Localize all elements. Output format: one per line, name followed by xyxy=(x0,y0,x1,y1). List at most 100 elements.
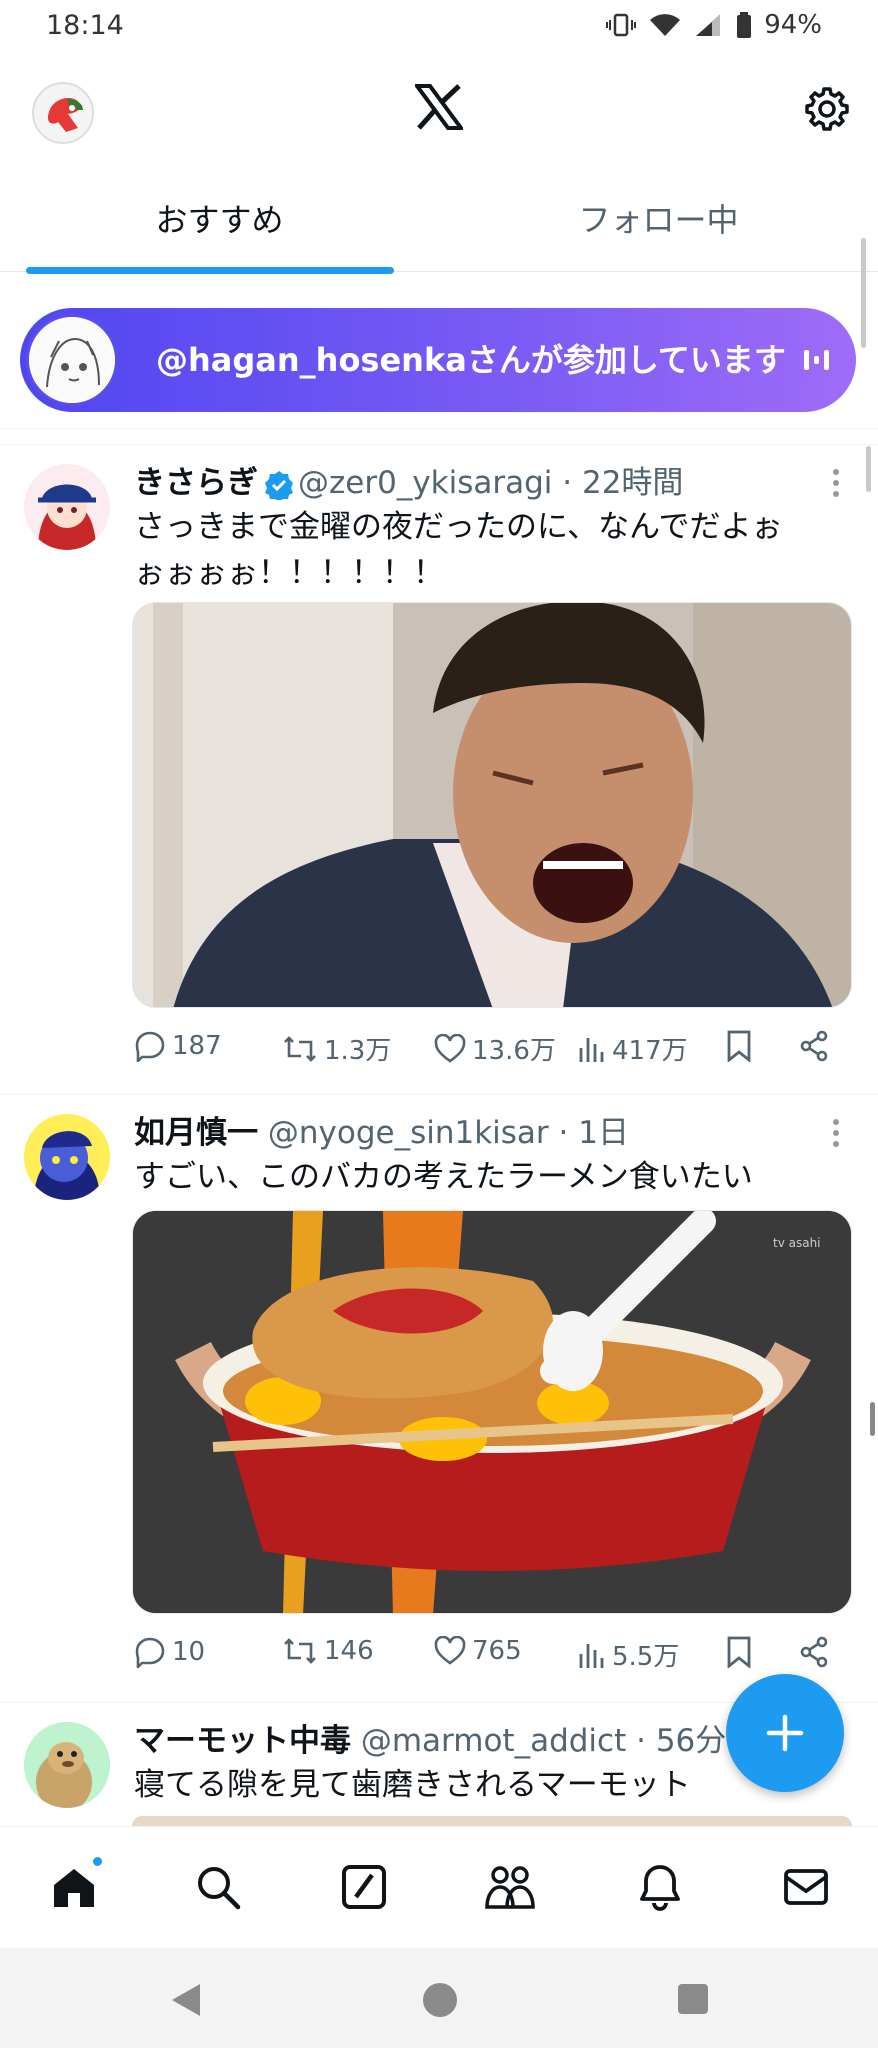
share-icon xyxy=(800,1030,828,1062)
reply-icon xyxy=(135,1637,165,1668)
active-tab-indicator xyxy=(26,267,394,274)
like-count: 765 xyxy=(472,1636,522,1666)
communities-icon xyxy=(485,1866,535,1909)
like-button[interactable]: 13.6万 xyxy=(434,1030,556,1067)
wifi-icon xyxy=(650,14,681,36)
tweet-header: きさらぎ @zer0_ykisaragi · 22時間 xyxy=(134,460,818,506)
tab-following-label: フォロー中 xyxy=(578,201,739,239)
divider xyxy=(0,428,878,429)
status-time: 18:14 xyxy=(46,10,124,41)
tweet-actions: 187 1.3万 13.6万 417万 xyxy=(134,1024,834,1074)
tab-recommended-label: おすすめ xyxy=(155,201,284,239)
nav-notifications[interactable] xyxy=(636,1863,684,1911)
home-notification-dot xyxy=(91,1855,104,1868)
media-watermark: tv asahi xyxy=(773,1236,821,1250)
retweet-icon xyxy=(284,1035,316,1062)
battery-percent: 94% xyxy=(764,10,822,40)
spaces-banner[interactable]: @hagan_hosenkaさんが参加しています xyxy=(20,308,856,412)
tweet-text: さっきまで金曜の夜だったのに、なんでだよぉ ぉぉぉぉ！！！！！！ xyxy=(134,504,854,596)
status-bar: 18:14 94% xyxy=(0,0,878,52)
tweet-card[interactable]: 如月慎一 @nyoge_sin1kisar · 1日 すごい、このバカの考えたラ… xyxy=(0,1096,878,1700)
spaces-scrollbar[interactable] xyxy=(861,238,866,348)
share-icon xyxy=(800,1636,828,1668)
retweet-icon xyxy=(284,1638,316,1664)
tweet-header: マーモット中毒 @marmot_addict · 56分 xyxy=(134,1718,728,1764)
spaces-host-avatar xyxy=(26,314,118,406)
like-count: 13.6万 xyxy=(472,1036,556,1066)
tweet-media-image[interactable] xyxy=(132,602,852,1008)
compose-button[interactable] xyxy=(726,1674,844,1792)
views-button[interactable]: 5.5万 xyxy=(578,1636,679,1673)
tweet-card[interactable]: きさらぎ @zer0_ykisaragi · 22時間 さっきまで金曜の夜だったの… xyxy=(0,446,878,1092)
retweet-button[interactable]: 146 xyxy=(282,1636,374,1666)
nav-communities[interactable] xyxy=(484,1863,535,1911)
reply-count: 10 xyxy=(172,1637,206,1667)
vibrate-icon xyxy=(606,13,637,37)
tweet-text-line: さっきまで金曜の夜だったのに、なんでだよぉ xyxy=(134,509,783,545)
share-button[interactable] xyxy=(798,1636,830,1668)
views-icon xyxy=(579,1037,604,1062)
retweet-button[interactable]: 1.3万 xyxy=(282,1030,391,1067)
status-icons: 94% xyxy=(606,10,822,40)
tweet-time: · 56分 xyxy=(636,1723,727,1759)
tweet-handle[interactable]: @marmot_addict xyxy=(361,1723,626,1759)
tweet-author-name[interactable]: マーモット中毒 xyxy=(134,1723,351,1759)
divider xyxy=(0,1094,878,1095)
like-button[interactable]: 765 xyxy=(434,1636,522,1666)
tab-recommended[interactable]: おすすめ xyxy=(0,190,439,274)
home-circle-icon[interactable] xyxy=(420,1980,460,2020)
share-button[interactable] xyxy=(798,1030,830,1062)
tweet-author-name[interactable]: 如月慎一 xyxy=(134,1115,258,1151)
notifications-icon xyxy=(640,1865,680,1911)
reply-button[interactable]: 187 xyxy=(134,1030,222,1062)
views-count: 417万 xyxy=(612,1036,688,1066)
gear-icon[interactable] xyxy=(804,86,850,136)
reply-icon xyxy=(135,1031,165,1062)
nav-grok[interactable] xyxy=(340,1863,388,1911)
tweet-media-image[interactable]: tv asahi xyxy=(132,1210,852,1614)
more-options-icon[interactable] xyxy=(832,1118,840,1148)
verified-badge-icon xyxy=(265,470,293,500)
tweet-time: · 22時間 xyxy=(562,465,684,501)
search-icon xyxy=(198,1867,241,1910)
tweet-text-line: ぉぉぉぉ！！！！！！ xyxy=(134,555,444,591)
tweet-avatar[interactable] xyxy=(24,1114,110,1200)
views-count: 5.5万 xyxy=(612,1642,680,1672)
battery-icon xyxy=(737,12,752,38)
heart-icon xyxy=(434,1636,466,1665)
bookmark-button[interactable] xyxy=(726,1030,752,1062)
nav-messages[interactable] xyxy=(782,1863,830,1911)
views-button[interactable]: 417万 xyxy=(578,1030,688,1067)
bookmark-icon xyxy=(727,1636,751,1668)
bookmark-icon xyxy=(727,1030,751,1062)
bookmark-button[interactable] xyxy=(726,1636,752,1668)
tweet-text: すごい、このバカの考えたラーメン食いたい xyxy=(134,1154,854,1200)
nav-home[interactable] xyxy=(50,1855,104,1911)
tweet-author-name[interactable]: きさらぎ xyxy=(134,465,258,501)
tweet-avatar[interactable] xyxy=(24,464,110,550)
tweet-handle[interactable]: @nyoge_sin1kisar xyxy=(268,1115,549,1151)
system-nav-bar xyxy=(0,1948,878,2048)
back-icon[interactable] xyxy=(168,1982,202,2018)
tweet-media-image[interactable] xyxy=(132,1816,852,1826)
spaces-text: @hagan_hosenkaさんが参加しています xyxy=(156,341,786,379)
tweet-avatar[interactable] xyxy=(24,1722,110,1808)
plus-icon xyxy=(766,1714,804,1752)
profile-avatar[interactable] xyxy=(32,82,94,144)
home-icon xyxy=(54,1869,94,1907)
reply-count: 187 xyxy=(172,1031,222,1061)
nav-search[interactable] xyxy=(194,1863,242,1911)
more-options-icon[interactable] xyxy=(832,468,840,498)
views-icon xyxy=(579,1643,604,1668)
spaces-audio-icon xyxy=(804,350,829,370)
tweet-handle[interactable]: @zer0_ykisaragi xyxy=(298,465,552,501)
reply-button[interactable]: 10 xyxy=(134,1636,205,1668)
divider xyxy=(0,444,878,445)
recents-icon[interactable] xyxy=(676,1982,710,2016)
tab-following[interactable]: フォロー中 xyxy=(439,190,878,272)
tweet-actions: 10 146 765 5.5万 xyxy=(134,1630,834,1680)
x-logo-icon[interactable] xyxy=(413,84,465,134)
app-header xyxy=(0,60,878,170)
signal-icon xyxy=(696,14,721,36)
tweet-text-line: 寝てる隙を見て歯磨きされるマーモット xyxy=(134,1767,691,1803)
